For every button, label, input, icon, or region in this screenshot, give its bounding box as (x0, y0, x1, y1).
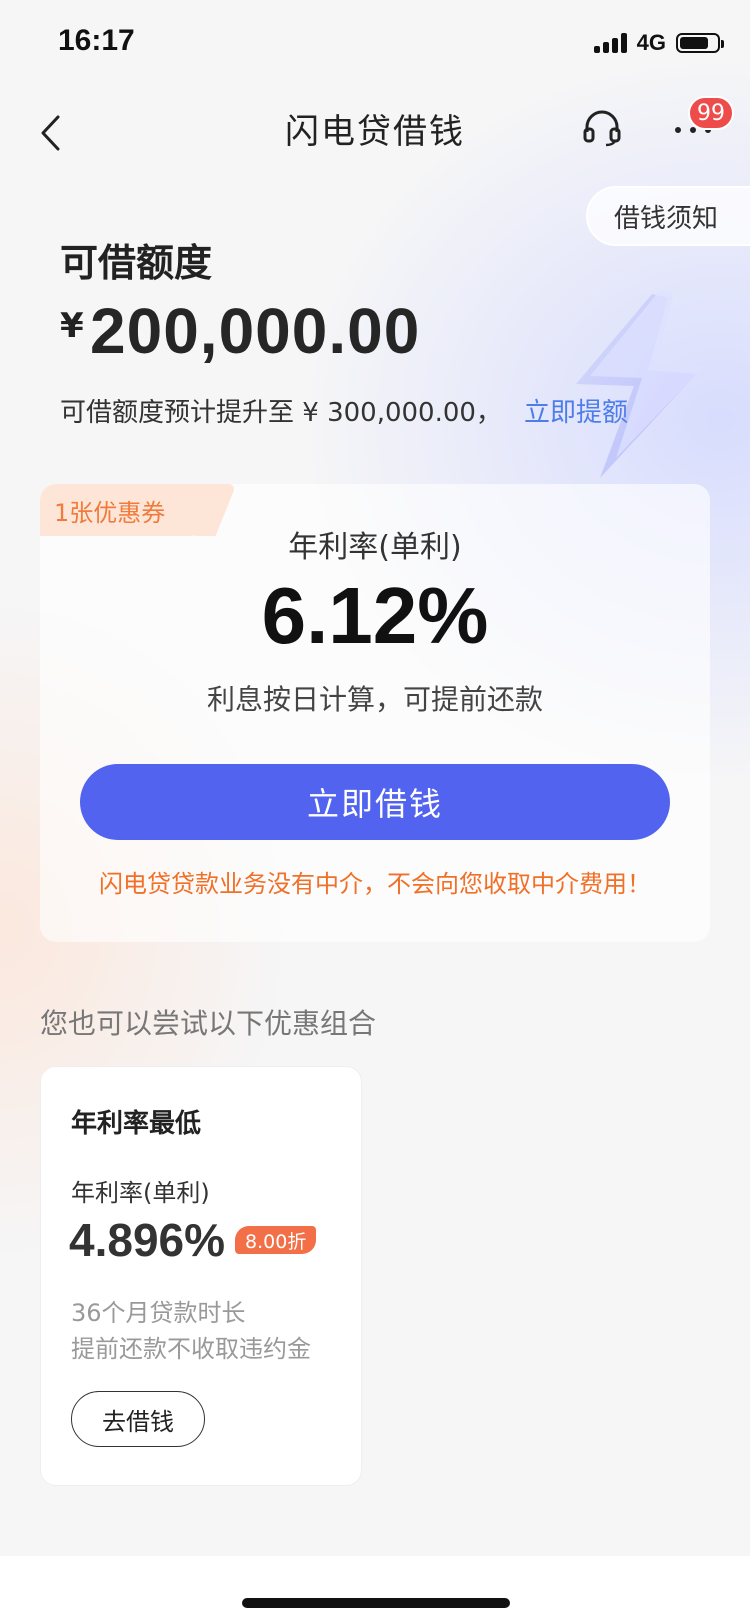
go-borrow-button[interactable]: 去借钱 (71, 1391, 205, 1447)
rate-note: 利息按日计算，可提前还款 (206, 683, 543, 716)
borrow-now-button[interactable]: 立即借钱 (80, 764, 670, 840)
more-dot (690, 127, 696, 133)
status-indicators: 4G (593, 30, 724, 56)
offer-rate-row: 4.896% 8.00折 (69, 1213, 317, 1267)
home-indicator[interactable] (242, 1598, 510, 1608)
intermediary-warning: 闪电贷贷款业务没有中介，不会向您收取中介费用！ (99, 870, 651, 898)
loan-rate-card: 1张优惠券 年利率(单利) 6.12% 利息按日计算，可提前还款 立即借钱 闪电… (40, 484, 710, 942)
rate-value: 6.12% (261, 571, 489, 660)
customer-service-button[interactable] (582, 108, 626, 152)
credit-amount: 200,000.00 (90, 295, 421, 367)
notification-badge: 99 (688, 96, 734, 130)
credit-increase-hint: 可借额度预计提升至 ¥ 300,000.00， 立即提额 (60, 392, 628, 429)
offer-prepay: 提前还款不收取违约金 (71, 1335, 311, 1363)
bottom-safe-area (0, 1556, 750, 1624)
increase-credit-link[interactable]: 立即提额 (524, 392, 628, 429)
offer-card[interactable]: 年利率最低 年利率(单利) 4.896% 8.00折 36个月贷款时长 提前还款… (40, 1066, 362, 1486)
lightning-decoration-icon (576, 290, 704, 478)
more-dots-icon (675, 127, 681, 133)
discount-badge: 8.00折 (235, 1226, 317, 1254)
currency-symbol: ¥ (60, 306, 84, 346)
offer-rate-label: 年利率(单利) (71, 1179, 210, 1207)
section-title: 您也可以尝试以下优惠组合 (40, 1007, 377, 1040)
headset-icon (583, 110, 621, 147)
offer-rate: 4.896% (69, 1214, 226, 1266)
offer-title: 年利率最低 (71, 1109, 202, 1139)
signal-icon (593, 33, 627, 53)
network-type: 4G (636, 30, 666, 55)
credit-hint-text: 可借额度预计提升至 ¥ 300,000.00， (60, 398, 502, 428)
status-time: 16:17 (58, 24, 135, 57)
page-title: 闪电贷借钱 (285, 112, 465, 152)
battery-fill (680, 37, 709, 49)
rate-label: 年利率(单利) (288, 530, 462, 565)
loan-notice-button[interactable]: 借钱须知 (586, 186, 750, 246)
offer-term: 36个月贷款时长 (71, 1299, 246, 1327)
credit-label: 可借额度 (60, 241, 213, 285)
battery-icon (676, 33, 724, 53)
